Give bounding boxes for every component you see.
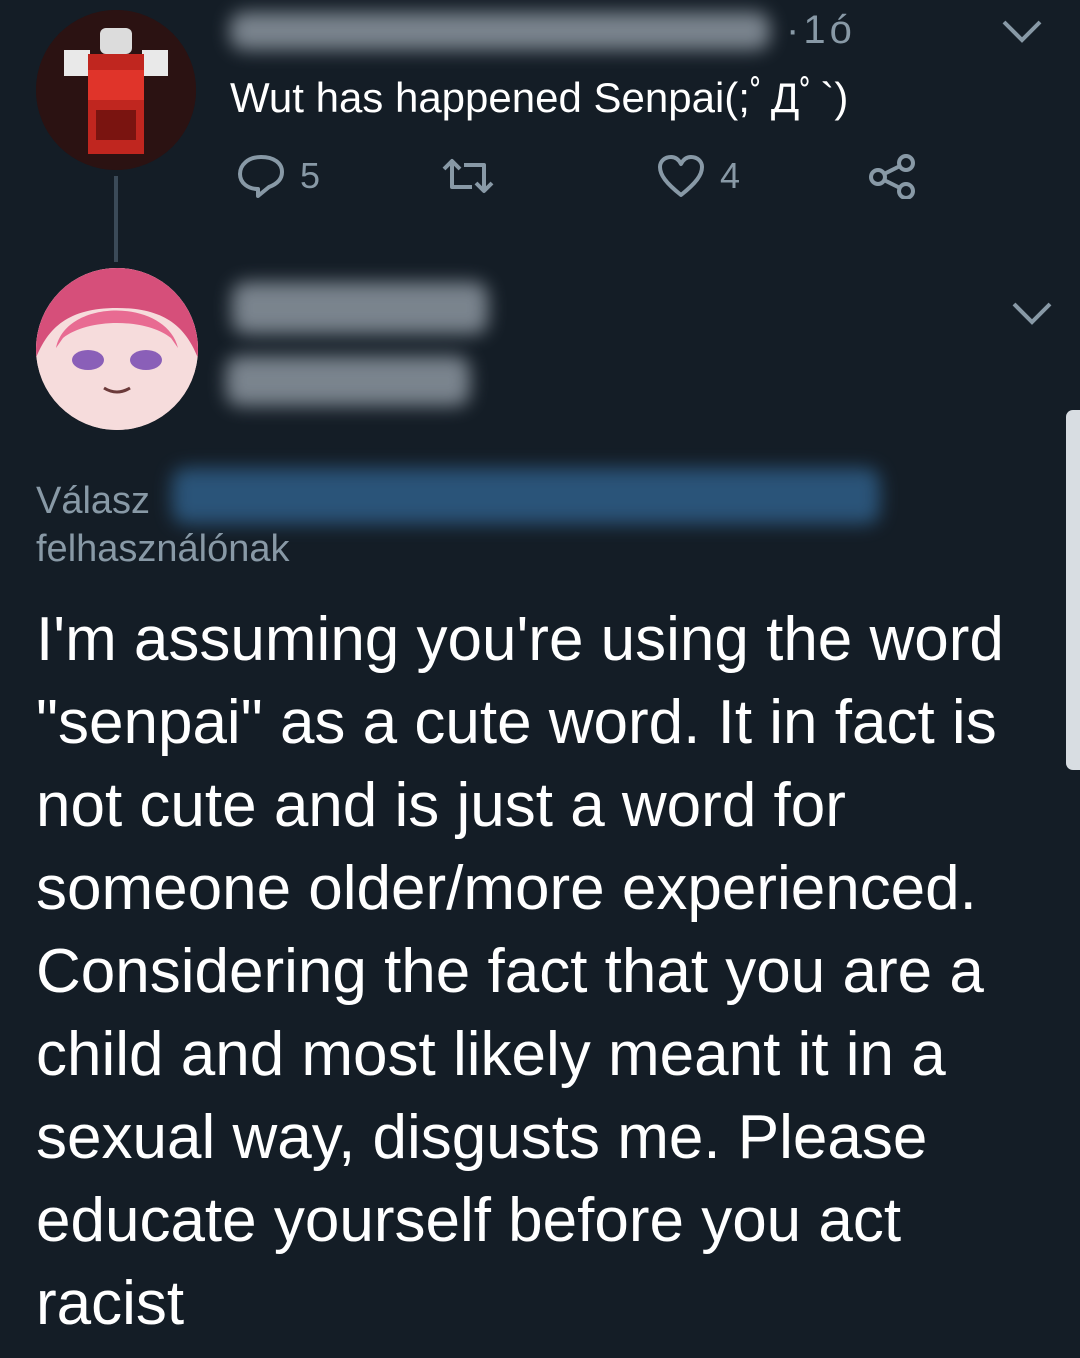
avatar[interactable] [36,268,198,430]
like-button[interactable]: 4 [656,146,740,206]
tweet-text: Wut has happened Senpai(;ﾟДﾟ`) [230,74,849,121]
tweet-timestamp: ·1ó [786,8,856,52]
avatar[interactable] [36,10,196,170]
tweet-actions: 5 4 [230,146,930,206]
reply-button[interactable]: 5 [236,146,320,206]
replying-to-label-suffix: felhasználónak [36,528,290,570]
tweet-thread: ·1ó Wut has happened Senpai(;ﾟДﾟ`) 5 4 V… [0,0,1080,1358]
reply-icon [238,155,284,198]
redacted-display-name [232,282,488,334]
redacted-username [230,12,770,50]
reply-text: I'm assuming you're using the word "senp… [36,605,1004,1338]
like-count: 4 [720,155,741,196]
share-icon [869,154,915,199]
retweet-button[interactable] [440,146,496,206]
like-icon [658,155,704,197]
scrollbar[interactable] [1066,410,1080,770]
reply-count: 5 [300,155,321,196]
retweet-icon [442,159,494,193]
redacted-handle [226,356,470,406]
replying-to-label: Válasz [36,480,151,522]
share-button[interactable] [866,146,918,206]
chevron-down-icon[interactable] [1010,298,1054,328]
chevron-down-icon[interactable] [1000,16,1044,46]
redacted-mention [172,468,880,524]
thread-connector [114,176,118,262]
